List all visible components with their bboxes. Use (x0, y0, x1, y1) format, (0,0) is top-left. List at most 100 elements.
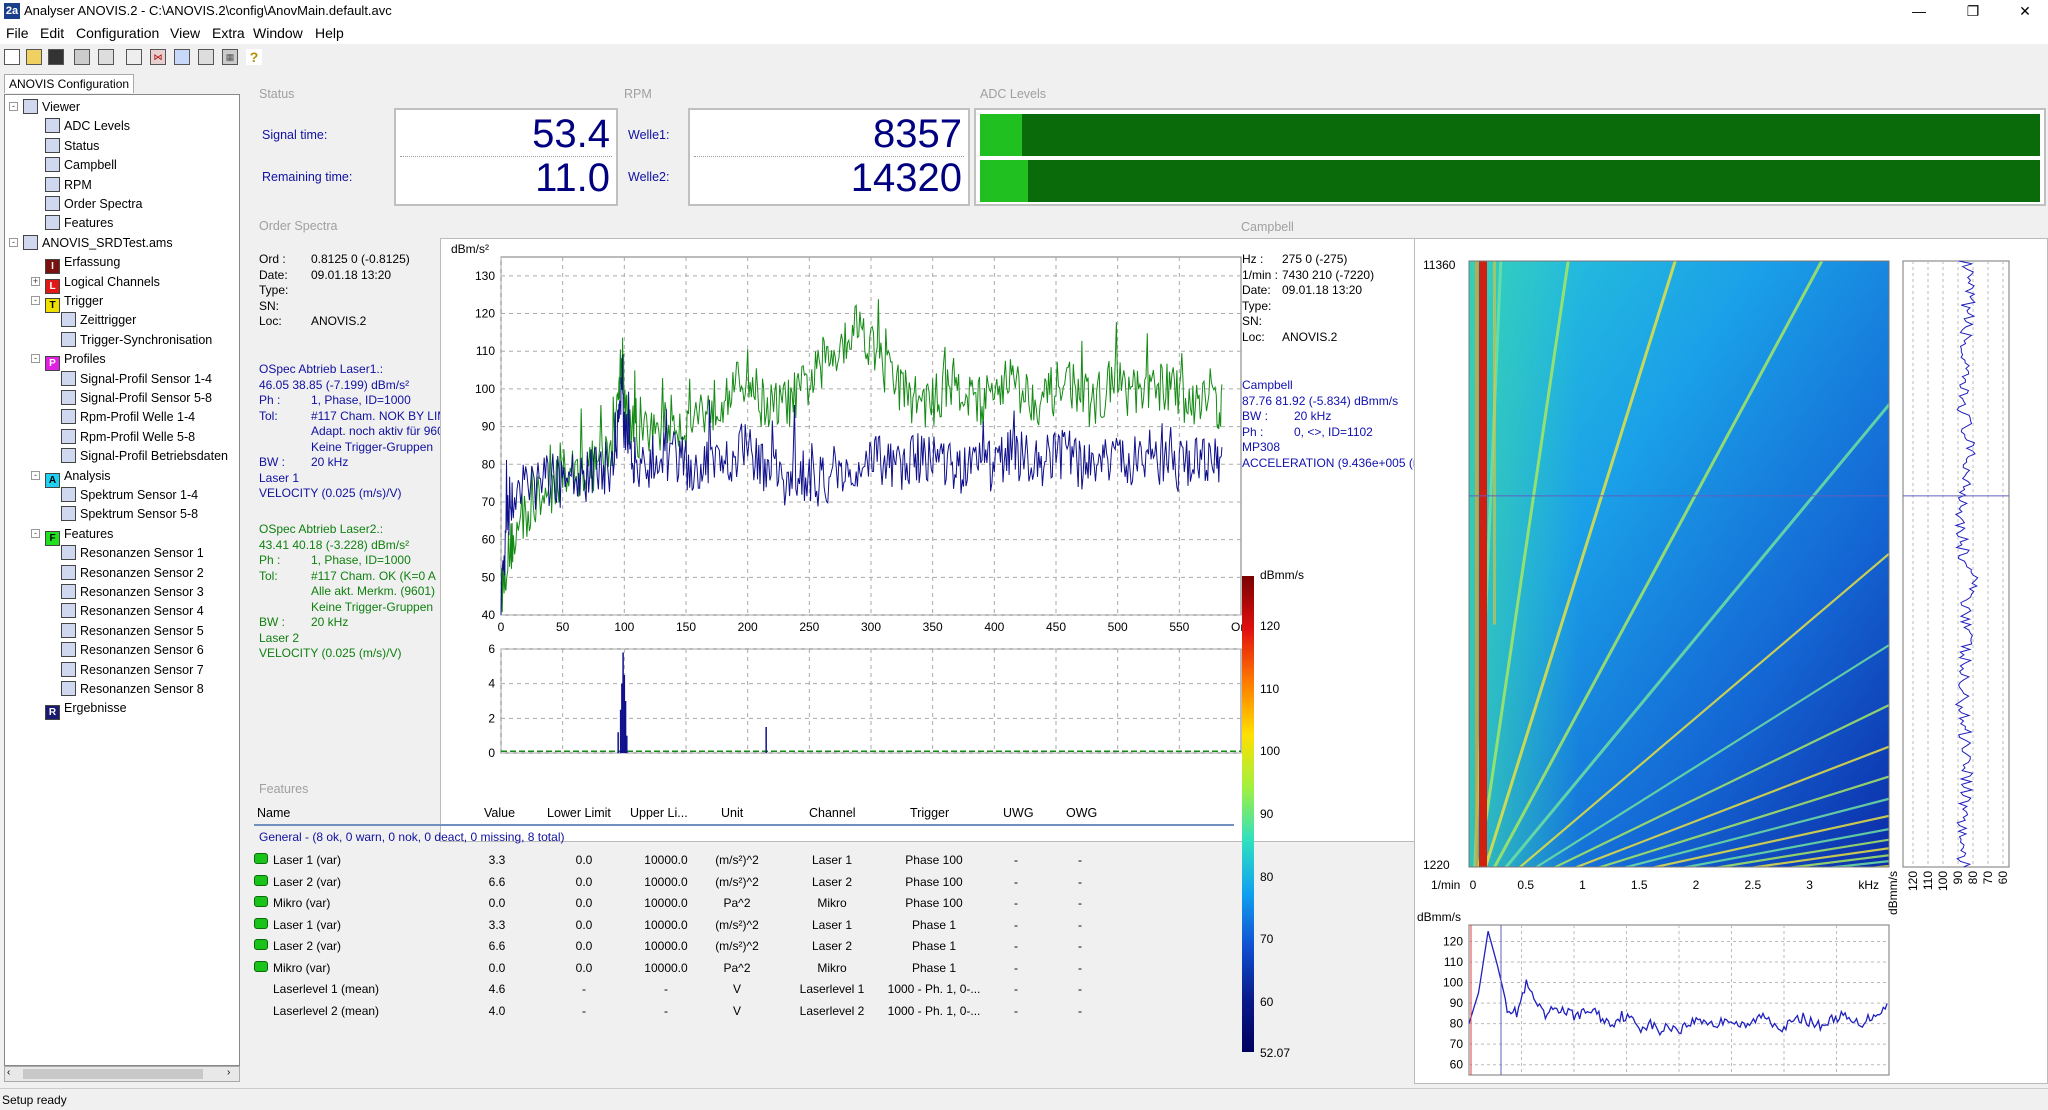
tree-letter-F-icon: F (45, 530, 60, 546)
menu-window[interactable]: Window (253, 25, 303, 41)
grid-icon[interactable]: ▦ (222, 49, 238, 65)
tree-item-0[interactable]: Viewer (23, 98, 80, 116)
feature-cell-owg: - (1078, 960, 1082, 975)
print-icon[interactable] (74, 49, 90, 65)
tree-item-19[interactable]: A Analysis (45, 467, 111, 488)
tree-item-8[interactable]: I Erfassung (45, 253, 120, 275)
tree-item-17[interactable]: Rpm-Profil Welle 5-8 (61, 428, 195, 446)
restore-icon[interactable]: ❐ (1950, 0, 1996, 22)
col-unit[interactable]: Unit (721, 806, 743, 820)
tree-item-7[interactable]: ANOVIS_SRDTest.ams (23, 234, 173, 252)
welle2-value: 14320 (850, 156, 962, 200)
tree-horizontal-scrollbar[interactable]: ‹ › (4, 1066, 240, 1082)
tree-item-4[interactable]: RPM (45, 176, 92, 194)
col-uwg[interactable]: UWG (1003, 806, 1034, 820)
tree-item-12[interactable]: Trigger-Synchronisation (61, 331, 212, 349)
feature-cell-name: Laserlevel 2 (mean) (273, 1003, 380, 1018)
campbell-vcut-tick-label: 100 (1936, 871, 1950, 891)
status-led-icon (254, 896, 268, 907)
col-lower-limit[interactable]: Lower Limit (547, 806, 611, 820)
os-header-key: Loc: (259, 314, 282, 328)
tree-item-2[interactable]: Status (45, 137, 99, 155)
feature-row[interactable]: Laser 1 (var) 3.3 0.0 10000.0 (m/s²)^2 Laser … (254, 850, 1234, 870)
tree-item-21[interactable]: Spektrum Sensor 5-8 (61, 505, 198, 523)
tree-item-1[interactable]: ADC Levels (45, 117, 130, 135)
tree-item-13[interactable]: P Profiles (45, 350, 106, 372)
tree-item-16[interactable]: Rpm-Profil Welle 1-4 (61, 408, 195, 426)
menu-view[interactable]: View (170, 25, 200, 41)
tree-item-24[interactable]: Resonanzen Sensor 2 (61, 564, 204, 582)
os-series1-value: Adapt. noch aktiv für 9601 (311, 424, 449, 438)
tree-expander-13[interactable]: - (31, 354, 40, 364)
save-icon[interactable] (48, 49, 64, 65)
col-trigger[interactable]: Trigger (910, 806, 949, 820)
campbell-vcut-axis-label: dBmm/s (1886, 871, 1900, 915)
tree-expander-9[interactable]: + (31, 276, 40, 286)
tree-item-10[interactable]: T Trigger (45, 292, 104, 313)
open-folder-icon[interactable] (26, 49, 42, 65)
close-icon[interactable]: ✕ (2002, 0, 2048, 22)
campbell-ymin-label: 1220 (1423, 858, 1450, 872)
scroll-left-icon[interactable]: ‹ (7, 1067, 10, 1078)
tree-item-26[interactable]: Resonanzen Sensor 4 (61, 602, 204, 620)
help-icon[interactable]: ? (246, 49, 262, 65)
campbell-chart[interactable]: 1136012201/min 0 0.5 1 1.5 2 2.5 3 kHz 120 110 100 9… (1415, 239, 2048, 1085)
tree-item-14[interactable]: Signal-Profil Sensor 1-4 (61, 370, 212, 388)
copy-icon[interactable] (98, 49, 114, 65)
menu-extra[interactable]: Extra (212, 25, 245, 41)
os-series2-line: 43.41 40.18 (-3.228) dBm/s² (259, 538, 409, 554)
col-upper-limit[interactable]: Upper Li... (630, 806, 688, 820)
col-value[interactable]: Value (484, 806, 515, 820)
tree-expander-10[interactable]: - (31, 296, 40, 305)
tree-item-22[interactable]: F Features (45, 525, 113, 546)
tree-expander-0[interactable]: - (9, 102, 18, 111)
scrollbar-thumb[interactable] (23, 1069, 203, 1079)
menu-configuration[interactable]: Configuration (76, 25, 159, 41)
tree-item-11[interactable]: Zeittrigger (61, 311, 136, 329)
tree-item-9[interactable]: L Logical Channels (45, 273, 160, 294)
tree-expander-19[interactable]: - (31, 470, 40, 480)
new-file-icon[interactable] (4, 49, 20, 65)
tab-anovis-configuration[interactable]: ANOVIS Configuration (4, 74, 135, 93)
tree-item-28[interactable]: Resonanzen Sensor 6 (61, 641, 204, 659)
tree-expander-7[interactable]: - (9, 237, 18, 247)
feature-row[interactable]: Laserlevel 1 (mean) 4.6 - - V Laserlevel 1 100… (254, 979, 1234, 999)
tree-item-29[interactable]: Resonanzen Sensor 7 (61, 661, 204, 679)
export-icon[interactable] (126, 49, 142, 65)
menu-help[interactable]: Help (315, 25, 344, 41)
feature-row[interactable]: Laser 1 (var) 3.3 0.0 10000.0 (m/s²)^2 Laser … (254, 915, 1234, 935)
feature-row[interactable]: Laserlevel 2 (mean) 4.0 - - V Laserlevel 2 100… (254, 1001, 1234, 1021)
features-icon (45, 215, 60, 231)
os-ytick-label: 60 (482, 533, 496, 547)
col-channel[interactable]: Channel (809, 806, 856, 820)
col-owg[interactable]: OWG (1066, 806, 1097, 820)
tree-item-31[interactable]: R Ergebnisse (45, 699, 127, 721)
feature-row[interactable]: Laser 2 (var) 6.6 0.0 10000.0 (m/s²)^2 Laser … (254, 872, 1234, 892)
tree-item-18[interactable]: Signal-Profil Betriebsdaten (61, 447, 228, 465)
tree-item-15[interactable]: Signal-Profil Sensor 5-8 (61, 389, 212, 407)
feature-cell-name: Laserlevel 1 (mean) (273, 982, 380, 996)
feature-cell-unit: (m/s²)^2 (715, 874, 759, 889)
tree-item-3[interactable]: Campbell (45, 156, 117, 174)
chart-icon[interactable] (174, 49, 190, 65)
feature-row[interactable]: Mikro (var) 0.0 0.0 10000.0 Pa^2 Mikro Phase 1… (254, 893, 1234, 913)
tree-item-5[interactable]: Order Spectra (45, 195, 143, 213)
menu-edit[interactable]: Edit (40, 25, 64, 41)
feature-row[interactable]: Laser 2 (var) 6.6 0.0 10000.0 (m/s²)^2 Laser … (254, 936, 1234, 956)
tree-item-27[interactable]: Resonanzen Sensor 5 (61, 622, 204, 640)
tree-item-30[interactable]: Resonanzen Sensor 8 (61, 680, 204, 698)
tree-item-25[interactable]: Resonanzen Sensor 3 (61, 583, 204, 601)
tree-item-20[interactable]: Spektrum Sensor 1-4 (61, 486, 198, 504)
feature-row[interactable]: Mikro (var) 0.0 0.0 10000.0 Pa^2 Mikro Phase 1… (254, 958, 1234, 978)
tree-expander-22[interactable]: - (31, 528, 40, 538)
menu-file[interactable]: File (6, 25, 29, 41)
scroll-right-icon[interactable]: › (227, 1067, 230, 1078)
waveform-icon[interactable]: ⋈ (150, 49, 166, 65)
minimize-icon[interactable]: — (1896, 0, 1942, 22)
table-icon[interactable] (198, 49, 214, 65)
tree-item-23[interactable]: Resonanzen Sensor 1 (61, 544, 204, 562)
features-group-row[interactable]: General - (8 ok, 0 warn, 0 nok, 0 deact,… (259, 830, 564, 844)
tree-item-label: Trigger (64, 294, 104, 308)
tree-item-6[interactable]: Features (45, 214, 113, 232)
col-name[interactable]: Name (257, 806, 290, 820)
